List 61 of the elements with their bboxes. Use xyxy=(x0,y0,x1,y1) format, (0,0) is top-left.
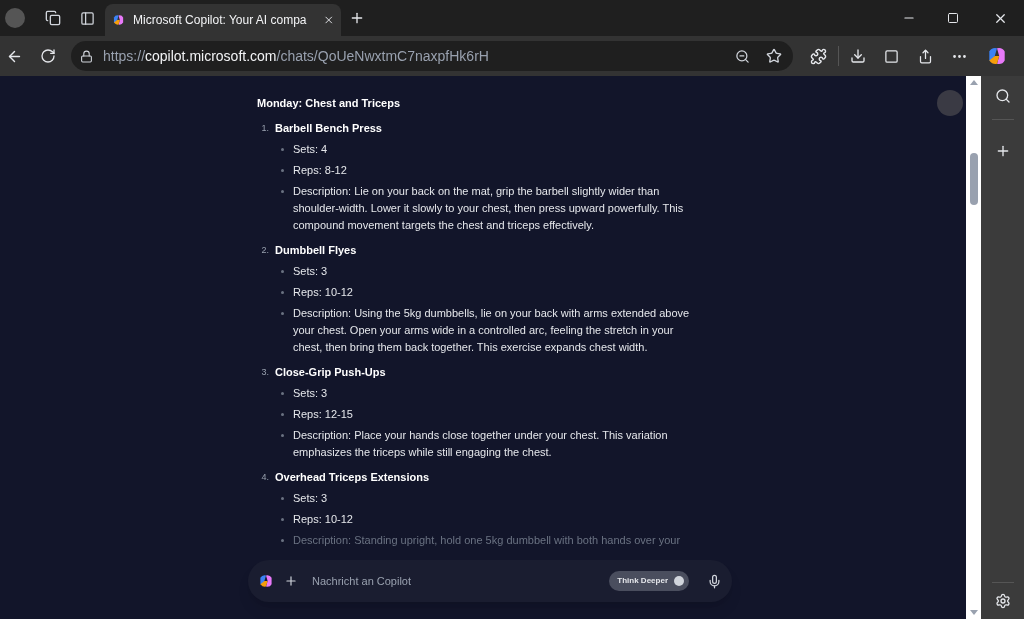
detail-text: Sets: 3 xyxy=(293,264,328,279)
bullet-icon xyxy=(281,413,284,416)
message-input[interactable]: Nachricht an Copilot xyxy=(312,572,610,590)
list-number: 2. xyxy=(260,244,270,257)
favorite-star-icon[interactable] xyxy=(766,48,782,64)
copilot-logo-icon xyxy=(112,12,126,28)
address-bar[interactable]: https://copilot.microsoft.com/chats/QoUeNwxtmC7naxpfHk6rH xyxy=(71,41,793,71)
bullet-icon xyxy=(281,518,284,521)
bullet-icon xyxy=(281,539,284,542)
list-number: 3. xyxy=(260,366,270,379)
bullet-icon xyxy=(281,270,284,273)
exercise-name: Overhead Triceps Extensions xyxy=(275,470,430,485)
bullet-icon xyxy=(281,434,284,437)
copilot-sidebar-icon xyxy=(986,45,1008,67)
tab-actions-icon[interactable] xyxy=(80,10,95,26)
maximize-icon[interactable] xyxy=(947,12,959,24)
browser-tab[interactable]: Microsoft Copilot: Your AI compa xyxy=(105,4,341,36)
bullet-icon xyxy=(281,169,284,172)
detail-text: Sets: 3 xyxy=(293,386,328,401)
detail-text: Description: Place your hands close together under your chest. This variation emphasizes the triceps while still engaging the chest. xyxy=(293,428,669,460)
detail-text: Description: Using the 5kg dumbbells, lie on your back with arms extended above your chest. Open your arms wide in a controlled arc, feeling the stretch in your chest, then bring them back together. This exercise expands chest width. xyxy=(293,306,691,355)
bullet-icon xyxy=(281,312,284,315)
exercise-name: Barbell Bench Press xyxy=(275,121,382,136)
list-number: 1. xyxy=(260,122,270,135)
detail-text: Sets: 4 xyxy=(293,142,328,157)
download-icon[interactable] xyxy=(850,48,866,64)
detail-text: Description: Standing upright, hold one 5kg dumbbell with both hands over your xyxy=(293,533,681,548)
new-tab-icon[interactable] xyxy=(349,10,365,26)
tab-title: Microsoft Copilot: Your AI compa xyxy=(133,12,307,29)
list-number: 4. xyxy=(260,471,270,484)
bullet-icon xyxy=(281,190,284,193)
screenshot-icon[interactable] xyxy=(884,48,899,64)
scrollbar-thumb[interactable] xyxy=(969,153,978,205)
copilot-logo-icon xyxy=(258,573,274,589)
bullet-icon xyxy=(281,148,284,151)
detail-text: Reps: 12-15 xyxy=(293,407,353,422)
detail-text: Reps: 10-12 xyxy=(293,285,353,300)
workspaces-icon[interactable] xyxy=(45,10,61,26)
lock-icon xyxy=(80,49,93,63)
detail-text: Sets: 3 xyxy=(293,491,328,506)
exercise-name: Dumbbell Flyes xyxy=(275,243,357,258)
close-tab-icon[interactable] xyxy=(322,13,334,27)
refresh-icon[interactable] xyxy=(40,48,56,64)
bullet-icon xyxy=(281,291,284,294)
exercise-name: Close-Grip Push-Ups xyxy=(275,365,386,380)
section-heading: Monday: Chest and Triceps xyxy=(257,96,402,111)
think-deeper-toggle[interactable]: Think Deeper xyxy=(609,571,689,591)
microphone-icon[interactable] xyxy=(707,573,722,589)
toggle-knob-icon xyxy=(674,576,684,586)
detail-text: Reps: 10-12 xyxy=(293,512,353,527)
search-icon[interactable] xyxy=(994,88,1011,104)
detail-text: Reps: 8-12 xyxy=(293,163,347,178)
bullet-icon xyxy=(281,392,284,395)
url-text: https://copilot.microsoft.com/chats/QoUeNwxtmC7naxpfHk6rH xyxy=(103,46,489,66)
share-icon[interactable] xyxy=(918,48,933,64)
bullet-icon xyxy=(281,497,284,500)
add-icon[interactable] xyxy=(284,574,298,588)
settings-icon[interactable] xyxy=(994,593,1011,609)
extensions-icon[interactable] xyxy=(810,47,827,65)
zoom-icon[interactable] xyxy=(735,48,750,64)
detail-text: Description: Lie on your back on the mat, grip the barbell slightly wider than shoulder-width. Lower it slowly to your chest, then press upward powerfully. This compound movement targets the chest and triceps effectively. xyxy=(293,184,685,233)
